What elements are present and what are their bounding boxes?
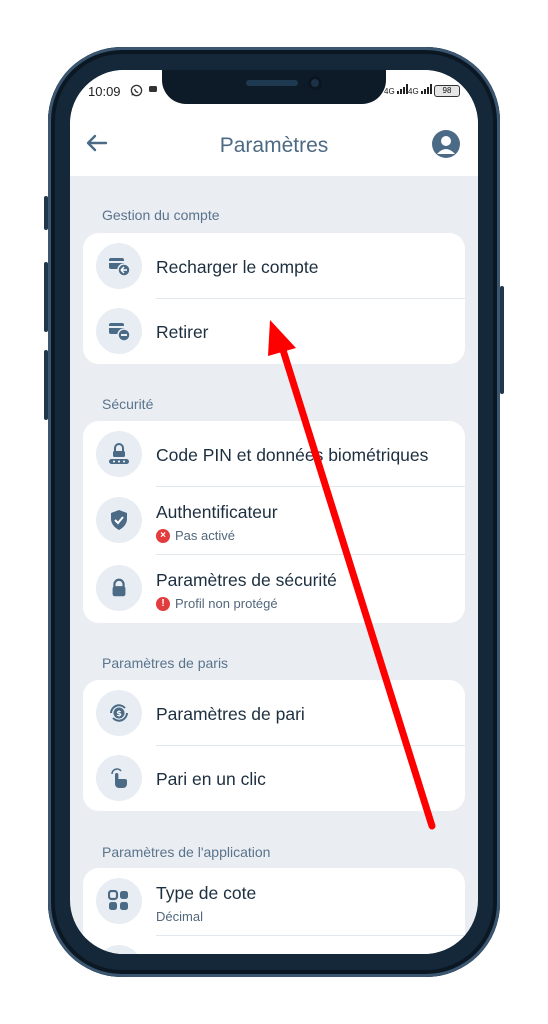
svg-text:$: $ (116, 709, 122, 718)
battery-level: 98 (442, 86, 452, 95)
divider (156, 935, 465, 936)
status-time: 10:09 (88, 84, 121, 99)
deposit-card-icon (96, 243, 142, 289)
padlock-icon (96, 565, 142, 611)
warning-exclamation-icon: ! (156, 596, 170, 611)
error-x-icon: × (156, 528, 170, 543)
screen: 10:09 4G 4G 98 Paramètres Gestion du com… (70, 70, 478, 954)
row-withdraw[interactable]: Retirer (83, 299, 465, 364)
signal-icon-2: 4G (408, 84, 433, 96)
section-title-app: Paramètres de l'application (102, 844, 271, 860)
item-label: Paramètres de sécurité (156, 570, 337, 590)
betting-card: $ Paramètres de pari Pari en un clic (83, 680, 465, 811)
item-value: Décimal (156, 909, 203, 924)
app-settings-card: Type de cote Décimal (83, 868, 465, 954)
item-label: Code PIN et données biométriques (156, 445, 429, 465)
profile-avatar-icon[interactable] (432, 130, 460, 158)
item-status: ! Profil non protégé (156, 596, 278, 611)
withdraw-card-icon (96, 308, 142, 354)
section-title-account: Gestion du compte (102, 207, 220, 223)
app-header: Paramètres (70, 114, 478, 176)
section-title-security: Sécurité (102, 396, 154, 412)
item-label: Recharger le compte (156, 257, 319, 277)
network-label-1: 4G (384, 87, 395, 96)
item-label: Paramètres de pari (156, 704, 305, 724)
battery-icon: 98 (434, 85, 460, 97)
whatsapp-icon (130, 84, 143, 100)
phone-frame: 10:09 4G 4G 98 Paramètres Gestion du com… (48, 47, 500, 977)
speaker (246, 80, 298, 86)
section-title-betting: Paramètres de paris (102, 655, 229, 671)
row-bet-settings[interactable]: $ Paramètres de pari (83, 680, 465, 745)
item-status: × Pas activé (156, 528, 235, 543)
item-label: Authentificateur (156, 502, 278, 522)
coin-settings-icon: $ (96, 690, 142, 736)
row-security-settings[interactable]: Paramètres de sécurité ! Profil non prot… (83, 555, 465, 623)
account-card: Recharger le compte Retirer (83, 233, 465, 364)
notch (162, 70, 386, 104)
row-one-click-bet[interactable]: Pari en un clic (83, 746, 465, 811)
item-label: Type de cote (156, 883, 257, 903)
row-recharge[interactable]: Recharger le compte (83, 233, 465, 298)
tap-finger-icon (96, 755, 142, 801)
page-title: Paramètres (219, 134, 329, 157)
item-status-text: Profil non protégé (175, 596, 278, 611)
grid-icon (96, 878, 142, 924)
row-odds-type[interactable]: Type de cote Décimal (83, 868, 465, 935)
item-status-text: Pas activé (175, 528, 235, 543)
security-card: Code PIN et données biométriques Authent… (83, 421, 465, 623)
pin-lock-icon (96, 431, 142, 477)
shield-check-icon (96, 497, 142, 543)
network-label-2: 4G (408, 87, 419, 96)
next-item-icon-partial (96, 945, 142, 954)
message-icon (148, 84, 158, 97)
row-pin[interactable]: Code PIN et données biométriques (83, 421, 465, 486)
signal-icon-1: 4G (384, 84, 409, 96)
power-button (500, 286, 504, 394)
item-label: Pari en un clic (156, 769, 266, 789)
front-camera (308, 76, 322, 90)
row-authenticator[interactable]: Authentificateur × Pas activé (83, 487, 465, 554)
item-label: Retirer (156, 322, 209, 342)
